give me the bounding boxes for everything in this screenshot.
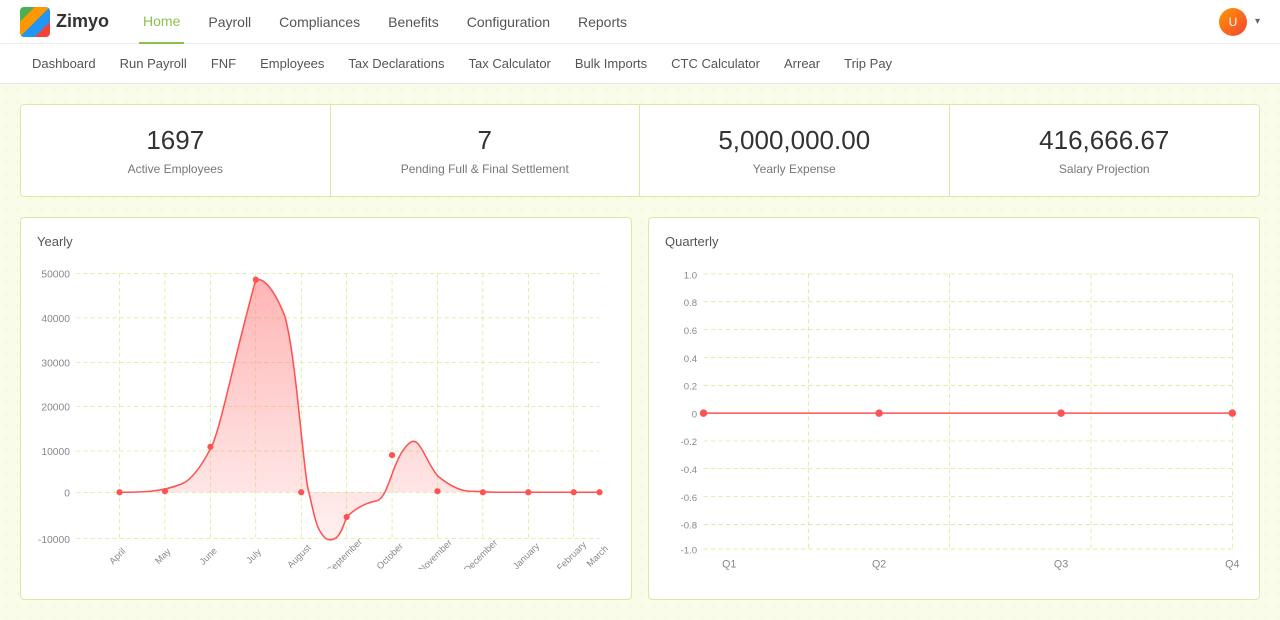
nav-home[interactable]: Home [139, 0, 184, 44]
subnav-run-payroll[interactable]: Run Payroll [108, 44, 199, 84]
subnav-bulk-imports[interactable]: Bulk Imports [563, 44, 659, 84]
svg-text:Q1: Q1 [722, 558, 736, 570]
pending-fnf-label: Pending Full & Final Settlement [351, 162, 620, 176]
svg-text:0.6: 0.6 [684, 326, 697, 337]
main-content: 1697 Active Employees 7 Pending Full & F… [0, 84, 1280, 620]
svg-text:30000: 30000 [41, 358, 70, 369]
yearly-expense-number: 5,000,000.00 [660, 125, 929, 156]
yearly-chart-svg: 50000 40000 30000 20000 10000 0 -10000 [37, 259, 615, 569]
svg-text:June: June [198, 546, 219, 567]
svg-text:-10000: -10000 [38, 535, 70, 546]
yearly-point [344, 514, 350, 520]
stat-salary-projection: 416,666.67 Salary Projection [950, 105, 1260, 196]
svg-text:-0.4: -0.4 [681, 465, 698, 476]
charts-row: Yearly 50000 40000 30000 20000 10000 0 -… [20, 217, 1260, 600]
quarterly-chart-svg: 1.0 0.8 0.6 0.4 0.2 0 -0.2 -0.4 -0.6 -0.… [665, 259, 1243, 580]
salary-projection-label: Salary Projection [970, 162, 1240, 176]
pending-fnf-number: 7 [351, 125, 620, 156]
yearly-point [525, 489, 531, 495]
avatar[interactable]: U [1219, 8, 1247, 36]
top-navigation: Zimyo Home Payroll Compliances Benefits … [0, 0, 1280, 44]
active-employees-number: 1697 [41, 125, 310, 156]
subnav-dashboard[interactable]: Dashboard [20, 44, 108, 84]
yearly-point [207, 444, 213, 450]
chevron-down-icon[interactable]: ▾ [1255, 16, 1260, 27]
stat-pending-fnf: 7 Pending Full & Final Settlement [331, 105, 641, 196]
active-employees-label: Active Employees [41, 162, 310, 176]
svg-text:0.4: 0.4 [684, 354, 698, 365]
quarterly-point-q3 [1057, 409, 1064, 416]
yearly-point [298, 489, 304, 495]
yearly-point [116, 489, 122, 495]
stat-active-employees: 1697 Active Employees [21, 105, 331, 196]
stats-row: 1697 Active Employees 7 Pending Full & F… [20, 104, 1260, 197]
svg-text:Q3: Q3 [1054, 558, 1068, 570]
logo-icon [20, 7, 50, 37]
svg-text:0.2: 0.2 [684, 382, 697, 393]
subnav-employees[interactable]: Employees [248, 44, 336, 84]
svg-text:January: January [511, 541, 542, 569]
nav-items: Home Payroll Compliances Benefits Config… [139, 0, 1219, 44]
subnav-tax-calculator[interactable]: Tax Calculator [457, 44, 563, 84]
yearly-point [389, 452, 395, 458]
stat-yearly-expense: 5,000,000.00 Yearly Expense [640, 105, 950, 196]
salary-projection-number: 416,666.67 [970, 125, 1240, 156]
svg-text:Q4: Q4 [1225, 558, 1239, 570]
sub-navigation: Dashboard Run Payroll FNF Employees Tax … [0, 44, 1280, 84]
svg-text:August: August [285, 542, 313, 568]
yearly-area [120, 279, 600, 539]
svg-text:-0.8: -0.8 [681, 521, 698, 532]
svg-text:1.0: 1.0 [684, 270, 697, 281]
svg-text:October: October [375, 541, 405, 569]
yearly-expense-label: Yearly Expense [660, 162, 929, 176]
subnav-ctc-calculator[interactable]: CTC Calculator [659, 44, 772, 84]
svg-text:-0.2: -0.2 [681, 437, 698, 448]
quarterly-chart-container: Quarterly 1.0 0.8 0.6 0.4 0.2 0 -0.2 -0.… [648, 217, 1260, 600]
quarterly-chart-title: Quarterly [665, 234, 1243, 249]
nav-reports[interactable]: Reports [574, 0, 631, 44]
quarterly-point-q2 [875, 409, 882, 416]
svg-text:0: 0 [692, 409, 697, 420]
svg-text:February: February [555, 539, 589, 568]
svg-text:April: April [107, 546, 127, 566]
svg-text:March: March [585, 544, 610, 569]
nav-payroll[interactable]: Payroll [204, 0, 255, 44]
svg-text:0: 0 [64, 488, 70, 499]
nav-compliances[interactable]: Compliances [275, 0, 364, 44]
svg-text:50000: 50000 [41, 270, 70, 281]
svg-text:-1.0: -1.0 [681, 545, 698, 556]
quarterly-point-q1 [700, 409, 707, 416]
svg-text:November: November [417, 538, 454, 569]
subnav-tax-declarations[interactable]: Tax Declarations [336, 44, 456, 84]
svg-text:Q2: Q2 [872, 558, 886, 570]
logo-text: Zimyo [56, 11, 109, 32]
yearly-point [571, 489, 577, 495]
svg-text:0.8: 0.8 [684, 298, 697, 309]
svg-text:May: May [153, 546, 173, 566]
svg-text:September: September [325, 537, 364, 569]
yearly-point [596, 489, 602, 495]
svg-text:10000: 10000 [41, 447, 70, 458]
nav-benefits[interactable]: Benefits [384, 0, 443, 44]
logo[interactable]: Zimyo [20, 7, 109, 37]
quarterly-point-q4 [1229, 409, 1236, 416]
yearly-point [253, 277, 259, 283]
nav-configuration[interactable]: Configuration [463, 0, 554, 44]
yearly-chart-title: Yearly [37, 234, 615, 249]
svg-text:-0.6: -0.6 [681, 493, 698, 504]
yearly-point [434, 488, 440, 494]
svg-text:July: July [244, 547, 263, 566]
svg-text:20000: 20000 [41, 403, 70, 414]
subnav-arrear[interactable]: Arrear [772, 44, 832, 84]
subnav-fnf[interactable]: FNF [199, 44, 248, 84]
yearly-point [480, 489, 486, 495]
svg-text:December: December [462, 538, 499, 569]
subnav-trip-pay[interactable]: Trip Pay [832, 44, 904, 84]
yearly-point [162, 488, 168, 494]
nav-right: U ▾ [1219, 8, 1260, 36]
yearly-chart-container: Yearly 50000 40000 30000 20000 10000 0 -… [20, 217, 632, 600]
svg-text:40000: 40000 [41, 314, 70, 325]
